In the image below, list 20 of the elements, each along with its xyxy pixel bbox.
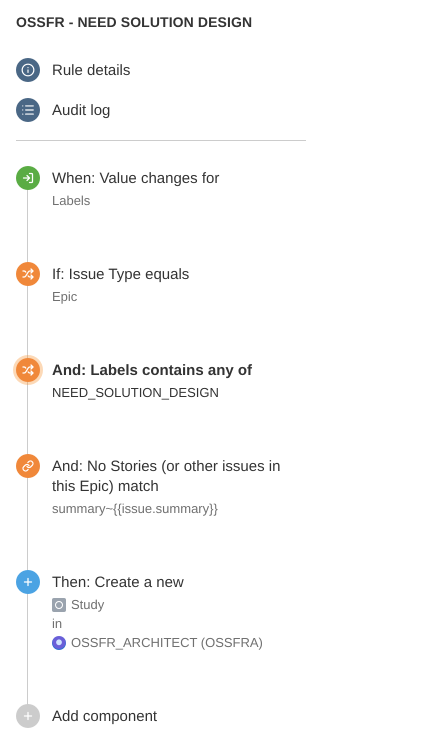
info-icon: [16, 58, 40, 82]
step-detail: NEED_SOLUTION_DESIGN: [52, 385, 219, 400]
nav-item[interactable]: Audit log: [16, 98, 306, 122]
step-title[interactable]: Then: Create a new: [52, 573, 302, 593]
rule-title: OSSFR - NEED SOLUTION DESIGN: [16, 14, 254, 30]
issue-type-icon: [52, 598, 66, 612]
step-title[interactable]: If: Issue Type equals: [52, 265, 302, 285]
step-title[interactable]: When: Value changes for: [52, 169, 302, 189]
step-title[interactable]: And: Labels contains any of: [52, 361, 302, 381]
step-detail: Labels: [52, 193, 90, 208]
step-detail: OSSFR_ARCHITECT (OSSFRA): [71, 635, 263, 650]
project-avatar-icon: [52, 636, 66, 650]
step-title[interactable]: And: No Stories (or other issues in this Epic) match: [52, 457, 302, 497]
step-detail: Study: [71, 597, 104, 612]
step-detail: summary~{{issue.summary}}: [52, 501, 218, 516]
step-detail: in: [52, 616, 62, 631]
list-icon: [16, 98, 40, 122]
nav-item[interactable]: Rule details: [16, 58, 306, 82]
step-detail: Epic: [52, 289, 78, 304]
add-component-link[interactable]: Add component: [52, 707, 302, 727]
